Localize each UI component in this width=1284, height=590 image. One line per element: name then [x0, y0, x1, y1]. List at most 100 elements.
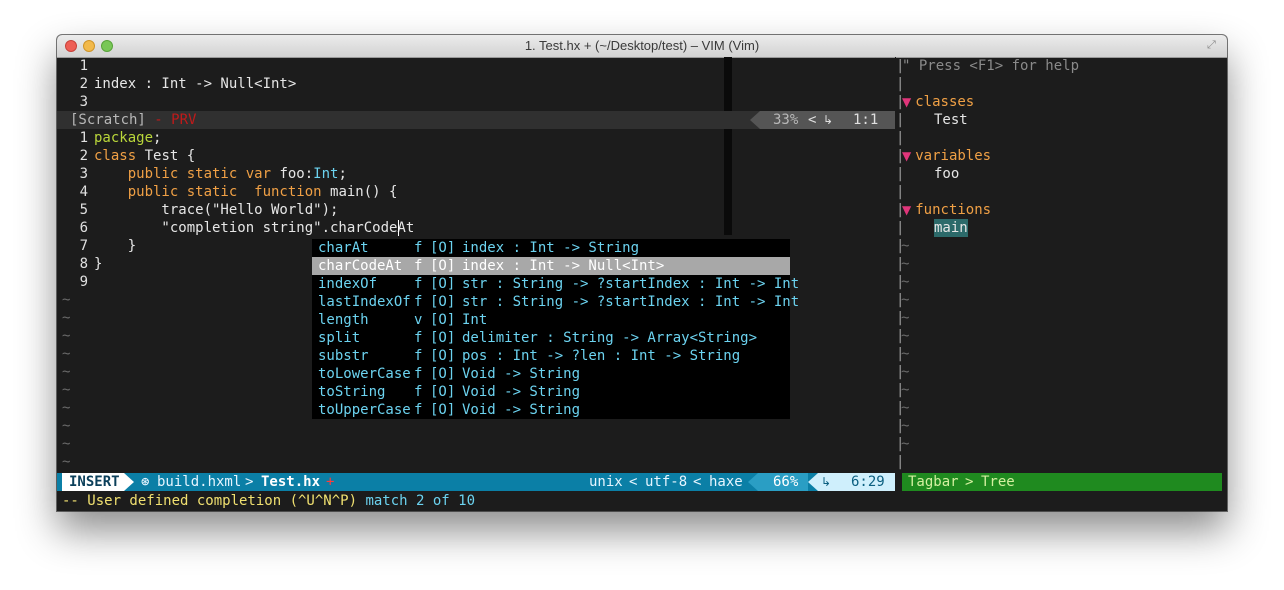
completion-item[interactable]: split f [O] delimiter : String -> Array<Str… [312, 329, 790, 347]
empty-line-marker: ~ [62, 346, 71, 362]
command-line: -- User defined completion (^U^N^P) matc… [57, 491, 1227, 511]
completion-item[interactable]: toUpperCase f [O] Void -> String [312, 401, 790, 419]
empty-line-marker: ~ [62, 364, 71, 380]
code-text: public static function main() { [88, 184, 398, 200]
empty-line-marker: ~ [901, 238, 910, 254]
tagbar-section-header[interactable]: ▼ classes [902, 93, 974, 111]
code-text: public static var foo:Int; [88, 166, 347, 182]
completion-menu: [O] [430, 330, 456, 346]
empty-line-marker: ~ [62, 436, 71, 452]
code-line[interactable]: 6 "completion string".charCodeAt [62, 219, 415, 237]
completion-info: Int [462, 312, 488, 328]
code-token: .charCodeAt [321, 220, 415, 236]
scratch-percent: 33% [773, 112, 799, 128]
file-name: Test.hx [261, 474, 321, 490]
completion-kind: f [414, 294, 423, 310]
code-text: package; [88, 130, 161, 146]
line-number: 2 [79, 148, 88, 164]
code-token: foo: [279, 166, 314, 182]
scratch-position: 1:1 [853, 112, 879, 128]
path-chevron: > [245, 474, 254, 490]
scratch-status-right: 33% < ↳ 1:1 [760, 111, 895, 129]
code-line[interactable]: 1 package; [62, 129, 162, 147]
scratch-line[interactable]: 3 [62, 93, 94, 111]
code-token: package [94, 130, 154, 146]
tagbar-item[interactable]: foo [934, 165, 959, 183]
empty-line-marker: ~ [901, 418, 910, 434]
tagbar-item[interactable]: Test [934, 111, 968, 129]
cmdline-match: match 2 of 10 [365, 493, 476, 509]
completion-item[interactable]: toLowerCase f [O] Void -> String [312, 365, 790, 383]
completion-item[interactable]: indexOf f [O] str : String -> ?startIndex :… [312, 275, 799, 293]
tagbar-help: " Press <F1> for help [902, 58, 1080, 74]
empty-line-marker: ~ [901, 328, 910, 344]
cmdline-mode: -- User defined completion (^U^N^P) [62, 493, 366, 509]
project-name: build.hxml [157, 474, 242, 490]
completion-item[interactable]: lastIndexOf f [O] str : String -> ?startInd… [312, 293, 799, 311]
completion-name: split [318, 330, 361, 346]
completion-name: charAt [318, 240, 369, 256]
tagbar-section-header[interactable]: ▼ functions [902, 201, 991, 219]
file-type: haxe [709, 474, 743, 490]
completion-name: indexOf [318, 276, 378, 292]
completion-item[interactable]: charAt f [O] index : Int -> String [312, 239, 790, 257]
line-icon: ↳ [823, 113, 834, 127]
completion-name: lastIndexOf [318, 294, 411, 310]
completion-kind: f [414, 258, 423, 274]
tagbar-section-header[interactable]: ▼ variables [902, 147, 991, 165]
tagbar-item[interactable]: main [934, 219, 968, 237]
text-cursor [398, 220, 399, 236]
completion-menu: [O] [430, 276, 456, 292]
empty-line-marker: ~ [901, 274, 910, 290]
code-line[interactable]: 4 public static function main() { [62, 183, 398, 201]
position-line-icon: ↳ [821, 475, 832, 489]
window-title: 1. Test.hx + (~/Desktop/test) – VIM (Vim… [524, 38, 760, 53]
scratch-text [88, 58, 94, 74]
empty-line-marker: ~ [901, 256, 910, 272]
line-number: 8 [79, 256, 88, 272]
completion-name: charCodeAt [318, 258, 403, 274]
completion-item[interactable]: substr f [O] pos : Int -> ?len : Int -> Str… [312, 347, 790, 365]
code-token: ; [338, 166, 347, 182]
code-text: trace("Hello World"); [88, 202, 338, 218]
completion-kind: f [414, 384, 423, 400]
completion-menu: [O] [430, 402, 456, 418]
completion-info: Void -> String [462, 366, 581, 382]
main-statusline: INSERT ⊛ build.hxml > Test.hx + unix < u… [57, 473, 895, 491]
completion-menu: [O] [430, 240, 456, 256]
empty-line-marker: ~ [901, 400, 910, 416]
completion-popup[interactable]: charAt f [O] index : Int -> String charCodeA… [312, 239, 799, 419]
collapse-triangle-icon[interactable]: ▼ [902, 203, 911, 217]
completion-name: toString [318, 384, 386, 400]
code-token: main() { [330, 184, 398, 200]
line-number: 7 [79, 238, 88, 254]
completion-item[interactable]: charCodeAt f [O] index : Int -> Null<Int> [312, 257, 790, 275]
completion-menu: [O] [430, 348, 456, 364]
scratch-line[interactable]: 1 [62, 57, 94, 75]
code-token: "completion string" [94, 220, 322, 236]
code-line[interactable]: 5 trace("Hello World"); [62, 201, 339, 219]
completion-kind: v [414, 312, 423, 328]
code-text: class Test { [88, 148, 195, 164]
file-format: unix [589, 474, 623, 490]
tagbar-section-label: functions [915, 202, 992, 218]
code-line[interactable]: 8} [62, 255, 103, 273]
code-line[interactable]: 7 } [62, 237, 137, 255]
completion-info: delimiter : String -> Array<String> [462, 330, 758, 346]
code-line[interactable]: 3 public static var foo:Int; [62, 165, 347, 183]
repo-icon: ⊛ [141, 474, 150, 490]
code-token: Test { [136, 148, 196, 164]
title-bar: 1. Test.hx + (~/Desktop/test) – VIM (Vim… [57, 35, 1227, 58]
modified-flag: + [326, 474, 335, 490]
code-line[interactable]: 9 [62, 273, 94, 291]
file-encoding: utf-8 [645, 474, 688, 490]
collapse-triangle-icon[interactable]: ▼ [902, 95, 911, 109]
empty-line-marker: ~ [62, 382, 71, 398]
vim-window: 1. Test.hx + (~/Desktop/test) – VIM (Vim… [57, 35, 1227, 511]
code-line[interactable]: 2 class Test { [62, 147, 196, 165]
scratch-line[interactable]: 2 index : Int -> Null<Int> [62, 75, 297, 93]
fullscreen-icon[interactable]: ⤢ [1207, 38, 1221, 52]
completion-item[interactable]: toString f [O] Void -> String [312, 383, 790, 401]
completion-item[interactable]: length v [O] Int [312, 311, 790, 329]
collapse-triangle-icon[interactable]: ▼ [902, 149, 911, 163]
